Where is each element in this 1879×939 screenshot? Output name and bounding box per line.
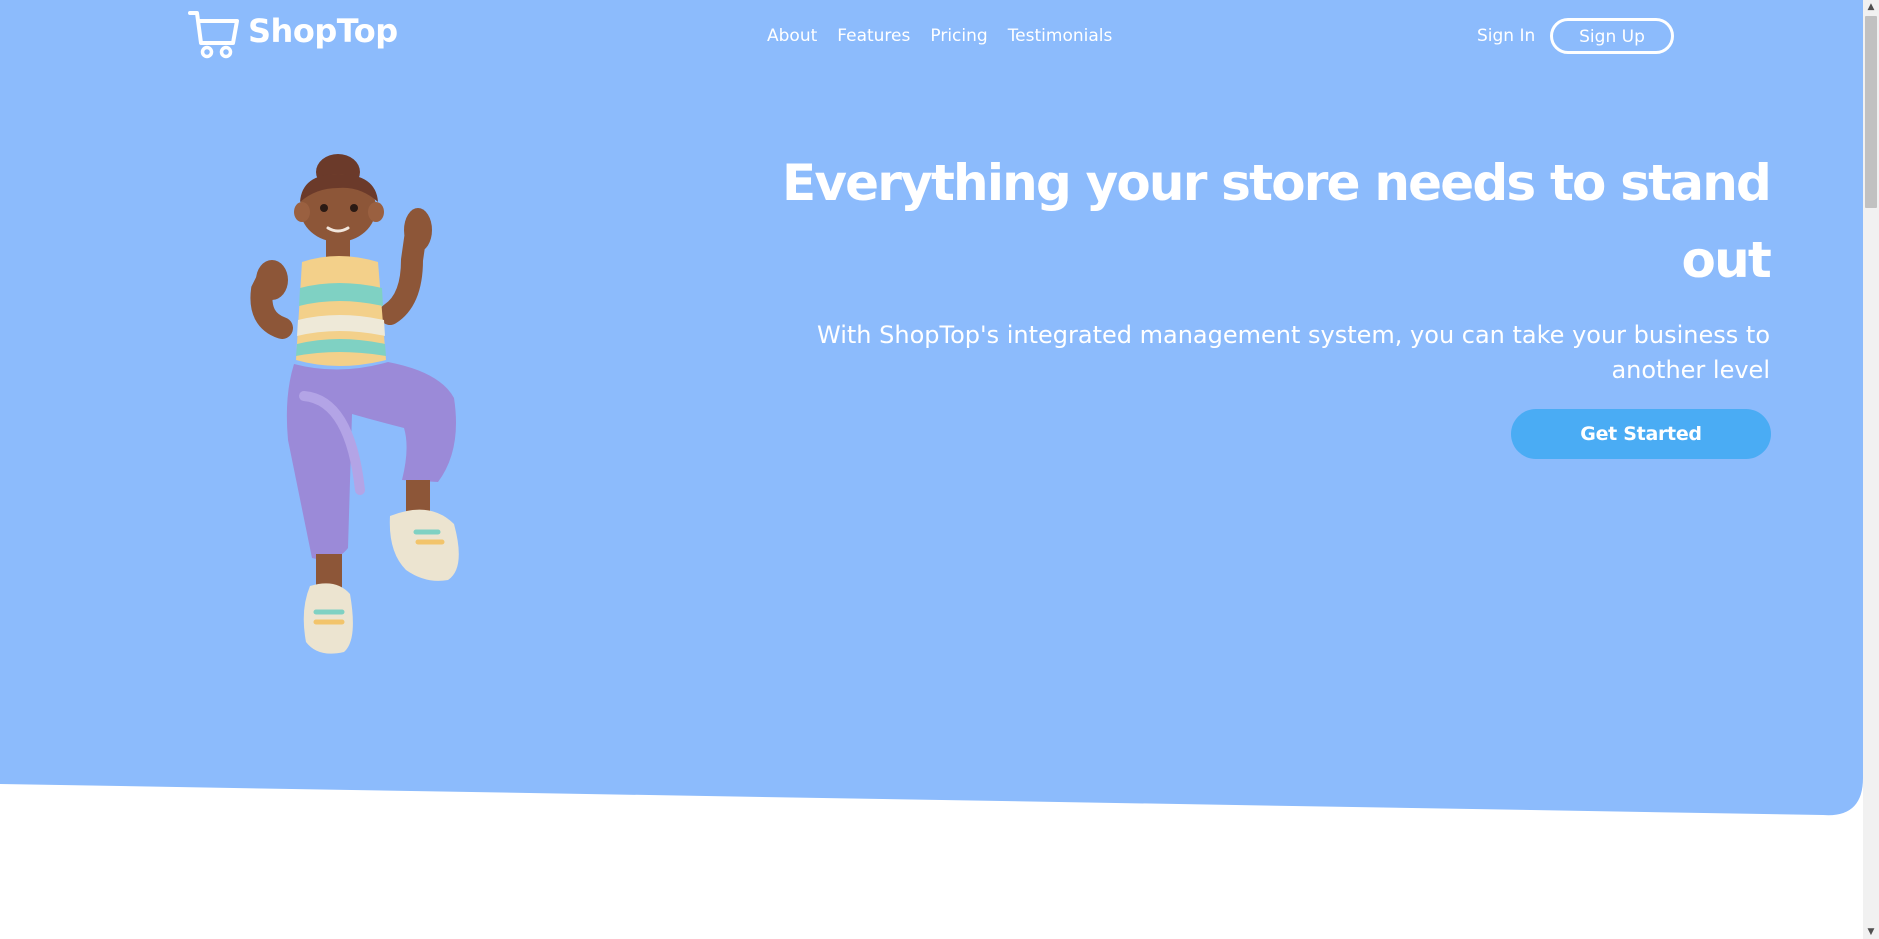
shopping-cart-icon [188, 11, 239, 59]
brand-logo[interactable]: ShopTop [188, 9, 398, 59]
nav-features[interactable]: Features [837, 24, 910, 48]
scroll-up-arrow-icon[interactable]: ▲ [1863, 0, 1879, 14]
nav-about[interactable]: About [767, 24, 817, 48]
landing-page: ShopTop About Features Pricing Testimoni… [0, 0, 1879, 939]
scrollbar-thumb[interactable] [1865, 16, 1877, 208]
3d-character-illustration [250, 154, 459, 654]
vertical-scrollbar[interactable]: ▲ ▼ [1863, 0, 1879, 939]
brand-name: ShopTop [248, 12, 398, 50]
main-nav: About Features Pricing Testimonials [767, 24, 1112, 48]
hero-title: Everything your store needs to stand out [782, 154, 1772, 289]
get-started-button[interactable]: Get Started [1511, 409, 1771, 459]
nav-testimonials[interactable]: Testimonials [1008, 24, 1113, 48]
nav-pricing[interactable]: Pricing [930, 24, 987, 48]
sign-up-button[interactable]: Sign Up [1550, 18, 1674, 54]
hero-subtitle: With ShopTop's integrated management sys… [817, 321, 1770, 384]
scroll-down-arrow-icon[interactable]: ▼ [1863, 925, 1879, 939]
sign-in-link[interactable]: Sign In [1477, 24, 1535, 48]
